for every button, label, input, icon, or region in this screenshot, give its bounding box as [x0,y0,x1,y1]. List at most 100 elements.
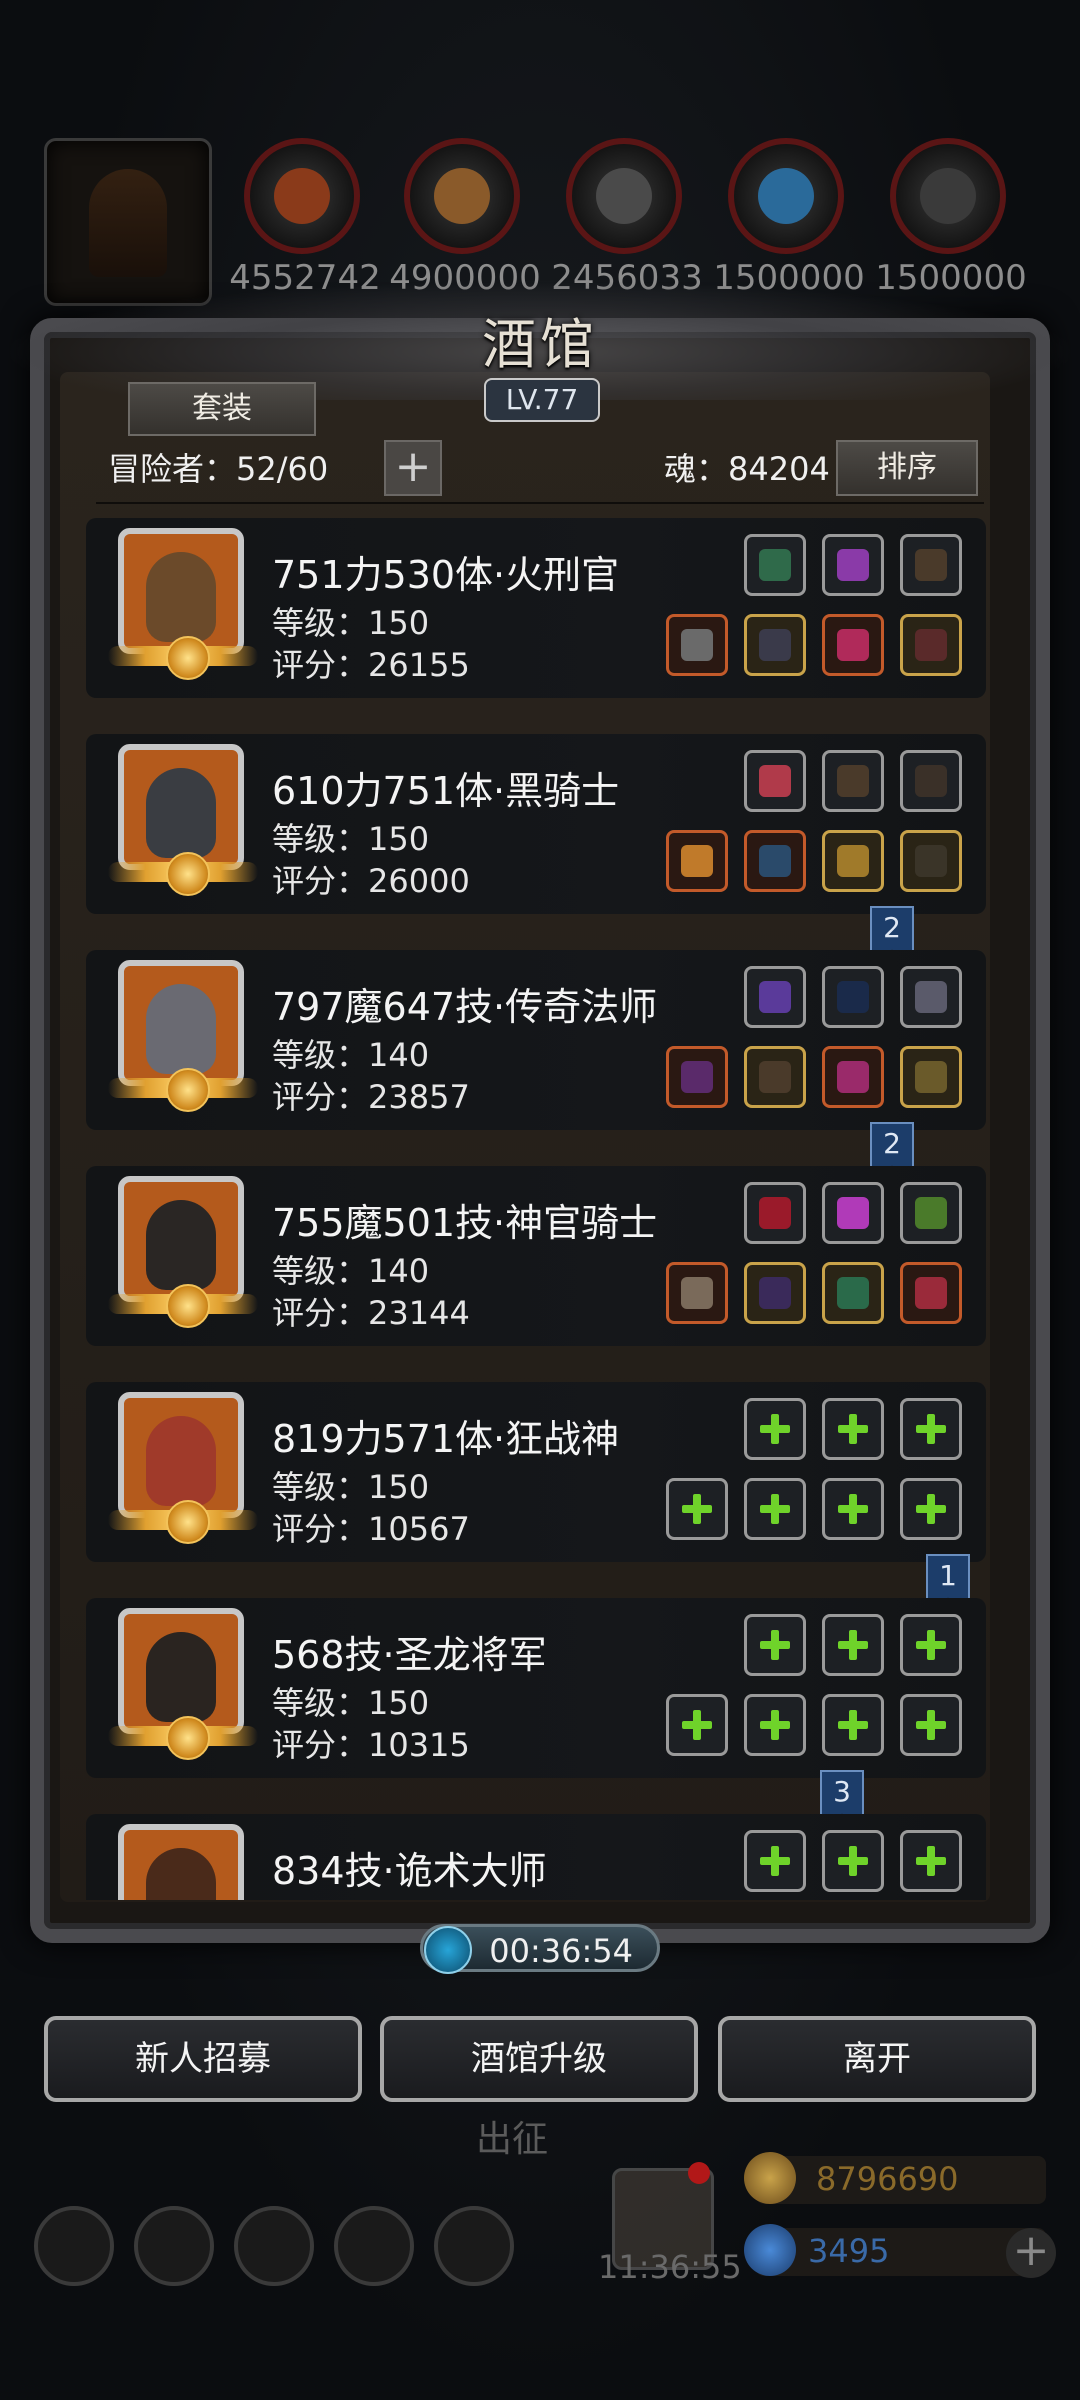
hero-avatar [118,1176,244,1302]
settings-icon [34,2206,114,2286]
hero-name: 755魔501技·神官骑士 [272,1201,658,1245]
add-slot-button[interactable]: + [384,440,442,496]
hero-name: 797魔647技·传奇法师 [272,985,658,1029]
equip-slot[interactable] [822,830,884,892]
meat-resource-icon [244,138,360,254]
hero-name: 568技·圣龙将军 [272,1633,547,1677]
empty-equip-slot[interactable] [900,1398,962,1460]
add-icon [760,1494,790,1524]
empty-equip-slot[interactable] [744,1694,806,1756]
gem-amount: 3495 [808,2232,890,2270]
upgrade-tavern-button[interactable]: 酒馆升级 [380,2016,698,2102]
equip-slot[interactable] [822,1046,884,1108]
hero-level: 等级：150 [272,604,430,642]
gem-icon [744,2224,796,2276]
equip-slot[interactable] [666,830,728,892]
empty-equip-slot[interactable] [900,1830,962,1892]
equip-slot[interactable] [744,1182,806,1244]
clock-icon [424,1926,472,1974]
equip-slot[interactable] [900,1182,962,1244]
empty-equip-slot[interactable] [822,1694,884,1756]
adventurer-count: 冒险者：52/60 [108,450,329,488]
equip-slot[interactable] [744,614,806,676]
empty-equip-slot[interactable] [744,1614,806,1676]
equip-slot[interactable] [666,1046,728,1108]
hero-card[interactable]: 834技·诡术大师 [86,1814,986,1900]
add-icon [916,1494,946,1524]
equip-slot[interactable] [666,1262,728,1324]
hero-card[interactable]: 797魔647技·传奇法师 等级：140 评分：23857 [86,950,986,1130]
hero-score: 评分：26000 [272,862,470,900]
equip-slot[interactable] [744,966,806,1028]
equip-slot[interactable] [744,830,806,892]
recruit-button[interactable]: 新人招募 [44,2016,362,2102]
hero-avatar [118,528,244,654]
panel-title: 酒馆 [482,313,598,376]
game-clock: 11:36:55 [598,2248,742,2286]
hero-name: 834技·诡术大师 [272,1849,547,1893]
equip-slot[interactable] [822,1262,884,1324]
hero-card[interactable]: 610力751体·黑骑士 等级：150 评分：26000 [86,734,986,914]
empty-equip-slot[interactable] [900,1478,962,1540]
equip-slot[interactable] [744,750,806,812]
expedition-label: 出征 [476,2119,549,2160]
equip-slot[interactable] [900,1262,962,1324]
equip-slot[interactable] [822,966,884,1028]
add-currency-button: + [1006,2228,1056,2278]
add-icon [916,1710,946,1740]
sort-button[interactable]: 排序 [836,440,978,496]
hero-score: 评分：10567 [272,1510,470,1548]
hero-card[interactable]: 819力571体·狂战神 等级：150 评分：10567 [86,1382,986,1562]
divider [96,502,984,504]
set-button[interactable]: 套装 [128,382,316,436]
equip-slot[interactable] [900,614,962,676]
add-icon [838,1494,868,1524]
add-icon [838,1414,868,1444]
equip-slot[interactable] [744,1046,806,1108]
add-icon [838,1846,868,1876]
hero-score: 评分：26155 [272,646,470,684]
equip-slot[interactable] [900,966,962,1028]
equip-slot[interactable] [744,1262,806,1324]
hero-score: 评分：23857 [272,1078,470,1116]
empty-equip-slot[interactable] [666,1478,728,1540]
empty-equip-slot[interactable] [666,1694,728,1756]
equip-slot[interactable] [822,1182,884,1244]
equip-slot[interactable] [900,750,962,812]
equip-slot[interactable] [822,614,884,676]
rank-emblem-icon [166,1284,210,1328]
empty-equip-slot[interactable] [900,1614,962,1676]
equip-slot[interactable] [744,534,806,596]
hero-level: 等级：150 [272,1468,430,1506]
cube-icon [434,2206,514,2286]
hero-avatar [118,1608,244,1734]
empty-equip-slot[interactable] [744,1398,806,1460]
castle-icon [234,2206,314,2286]
equip-slot[interactable] [666,614,728,676]
leave-button[interactable]: 离开 [718,2016,1036,2102]
empty-equip-slot[interactable] [822,1614,884,1676]
hero-list[interactable]: 751力530体·火刑官 等级：150 评分：26155 610力751体·黑骑… [86,518,986,1900]
empty-equip-slot[interactable] [822,1830,884,1892]
equip-slot[interactable] [822,534,884,596]
add-icon [838,1710,868,1740]
equip-slot[interactable] [900,830,962,892]
equip-slot[interactable] [822,750,884,812]
empty-equip-slot[interactable] [822,1398,884,1460]
gold-amount: 8796690 [816,2160,959,2198]
add-icon [916,1414,946,1444]
hero-name: 610力751体·黑骑士 [272,769,620,813]
empty-equip-slot[interactable] [900,1694,962,1756]
hero-card[interactable]: 568技·圣龙将军 等级：150 评分：10315 [86,1598,986,1778]
equip-slot[interactable] [900,534,962,596]
add-icon [682,1494,712,1524]
hero-card[interactable]: 755魔501技·神官骑士 等级：140 评分：23144 [86,1166,986,1346]
rank-emblem-icon [166,1716,210,1760]
empty-equip-slot[interactable] [744,1478,806,1540]
hero-card[interactable]: 751力530体·火刑官 等级：150 评分：26155 [86,518,986,698]
empty-equip-slot[interactable] [822,1478,884,1540]
equip-slot[interactable] [900,1046,962,1108]
empty-equip-slot[interactable] [744,1830,806,1892]
hero-level: 等级：140 [272,1252,430,1290]
hero-score: 评分：10315 [272,1726,470,1764]
